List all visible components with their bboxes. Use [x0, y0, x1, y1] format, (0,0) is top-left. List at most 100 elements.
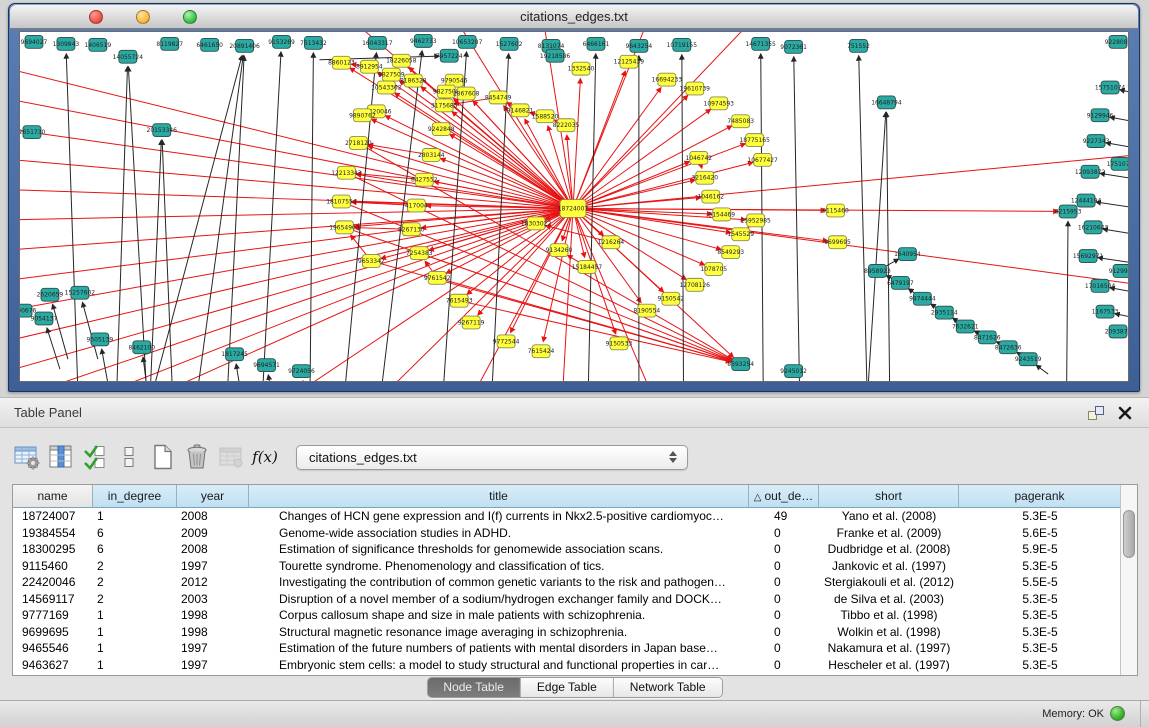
- graph-node[interactable]: 8549293: [717, 246, 744, 259]
- graph-node[interactable]: 9724056: [288, 365, 315, 378]
- graph-node[interactable]: 8462100: [128, 341, 155, 354]
- graph-node[interactable]: 6479197: [887, 276, 914, 289]
- graph-node[interactable]: 9772544: [493, 335, 520, 348]
- graph-node[interactable]: 3216420: [691, 171, 718, 184]
- graph-node[interactable]: 10974593: [704, 97, 735, 110]
- graph-node[interactable]: 8215953: [1055, 205, 1082, 218]
- table-row[interactable]: 977716911998Corpus callosum shape and si…: [13, 607, 1137, 624]
- graph-node[interactable]: 9129946: [1087, 109, 1114, 122]
- import-table-button[interactable]: [214, 441, 248, 473]
- graph-node[interactable]: 9228086: [1105, 35, 1128, 48]
- graph-node[interactable]: 20153346: [147, 124, 178, 137]
- network-graph-svg[interactable]: 1872400788601238912954182260589827509105…: [20, 32, 1128, 381]
- tab-network-table[interactable]: Network Table: [613, 678, 722, 697]
- table-row[interactable]: 1830029562008Estimation of significance …: [13, 541, 1137, 558]
- graph-node[interactable]: 20891406: [229, 39, 260, 52]
- graph-node[interactable]: 8427552: [411, 173, 438, 186]
- delete-trash-button[interactable]: [180, 441, 214, 473]
- table-row[interactable]: 1456911722003Disruption of a novel membe…: [13, 591, 1137, 608]
- tab-node-table[interactable]: Node Table: [427, 678, 520, 697]
- graph-node[interactable]: 9474444: [909, 292, 936, 305]
- graph-node[interactable]: 8472636: [995, 341, 1022, 354]
- float-panel-icon[interactable]: [1087, 405, 1105, 421]
- graph-node[interactable]: 9462733: [410, 34, 437, 47]
- column-header-out_degree[interactable]: △out_de…: [749, 485, 819, 508]
- graph-node[interactable]: 9153269: [268, 35, 295, 48]
- graph-node[interactable]: 7513432: [300, 36, 327, 49]
- graph-node[interactable]: 1751074: [1107, 157, 1128, 170]
- graph-node[interactable]: 15184457: [572, 261, 603, 274]
- graph-node[interactable]: 15692971: [1073, 250, 1104, 263]
- graph-node[interactable]: 1046742: [685, 151, 712, 164]
- network-window-titlebar[interactable]: citations_edges.txt: [10, 5, 1138, 29]
- graph-node[interactable]: 14671355: [745, 37, 776, 50]
- graph-node[interactable]: 1167533: [1092, 305, 1119, 318]
- table-settings-button[interactable]: [10, 441, 44, 473]
- graph-node[interactable]: 1817245: [221, 348, 248, 361]
- graph-node[interactable]: 9129947: [1109, 265, 1128, 278]
- column-header-name[interactable]: name: [13, 485, 93, 508]
- graph-node[interactable]: 8860123: [328, 56, 355, 69]
- graph-node[interactable]: 10543362: [371, 81, 402, 94]
- graph-node[interactable]: 7957224: [436, 49, 463, 62]
- graph-node[interactable]: 15257602: [65, 286, 96, 299]
- graph-node[interactable]: 8222035: [553, 119, 580, 132]
- tab-edge-table[interactable]: Edge Table: [520, 678, 613, 697]
- graph-node[interactable]: 1545529: [727, 228, 754, 241]
- graph-node[interactable]: 16648794: [871, 96, 902, 109]
- graph-node[interactable]: 6461650: [196, 38, 223, 51]
- graph-node[interactable]: 15952985: [740, 214, 771, 227]
- graph-node[interactable]: 1332540: [568, 62, 595, 75]
- graph-node[interactable]: 1527602: [496, 37, 523, 50]
- graph-node[interactable]: 9242848: [428, 123, 455, 136]
- graph-node[interactable]: 9267119: [458, 316, 485, 329]
- network-canvas[interactable]: 1872400788601238912954182260589827509105…: [19, 31, 1129, 382]
- graph-node[interactable]: 417004: [405, 199, 428, 212]
- graph-node[interactable]: 9150542: [658, 292, 685, 305]
- graph-node[interactable]: 12708126: [680, 278, 711, 291]
- network-table-select[interactable]: citations_edges.txt: [296, 445, 688, 470]
- graph-node[interactable]: 8119827: [156, 37, 183, 50]
- graph-node[interactable]: 19654903: [329, 221, 360, 234]
- graph-node[interactable]: 16694233: [652, 73, 683, 86]
- graph-node[interactable]: 9134260: [546, 244, 573, 257]
- graph-node[interactable]: 7615424: [528, 345, 555, 358]
- table-row[interactable]: 2242004622012Investigating the contribut…: [13, 574, 1137, 591]
- graph-node[interactable]: 2935114: [931, 306, 958, 319]
- table-scrollbar[interactable]: [1120, 485, 1137, 675]
- graph-node[interactable]: 9694571: [253, 359, 280, 372]
- graph-node[interactable]: 9243519: [1015, 353, 1042, 366]
- graph-node[interactable]: 9653342: [358, 255, 385, 268]
- graph-node[interactable]: 17016504: [1085, 279, 1116, 292]
- graph-node[interactable]: 9699695: [824, 236, 851, 249]
- graph-node[interactable]: 18226058: [386, 54, 417, 67]
- graph-node[interactable]: 7615493: [446, 294, 473, 307]
- graph-node[interactable]: 16043317: [362, 36, 393, 49]
- select-columns-button[interactable]: [78, 441, 112, 473]
- graph-node[interactable]: 2093872: [1105, 325, 1128, 338]
- graph-node[interactable]: 19610739: [680, 82, 711, 95]
- graph-node[interactable]: 10719155: [667, 38, 698, 51]
- graph-node[interactable]: 6466161: [583, 37, 610, 50]
- graph-node[interactable]: 1078705: [700, 263, 727, 276]
- column-header-in_degree[interactable]: in_degree: [93, 485, 177, 508]
- graph-node[interactable]: 1406519: [85, 38, 112, 51]
- new-file-button[interactable]: [146, 441, 180, 473]
- graph-node[interactable]: 10653287: [452, 35, 483, 48]
- graph-node[interactable]: 9694027: [21, 35, 48, 48]
- graph-node[interactable]: 751552: [847, 39, 870, 52]
- graph-node[interactable]: 1046162: [697, 190, 724, 203]
- row-selection-button[interactable]: [112, 441, 146, 473]
- table-row[interactable]: 1872400712008Changes of HCN gene express…: [13, 508, 1137, 525]
- table-row[interactable]: 946554611997Estimation of the future num…: [13, 640, 1137, 657]
- table-row[interactable]: 911546021997Tourette syndrome. Phenomeno…: [13, 558, 1137, 575]
- graph-node[interactable]: 2620659: [37, 288, 64, 301]
- graph-node[interactable]: 1640954: [894, 248, 921, 261]
- close-panel-icon[interactable]: [1117, 405, 1133, 421]
- graph-node[interactable]: 3175685: [431, 99, 458, 112]
- graph-node[interactable]: 7485083: [727, 115, 754, 128]
- column-header-year[interactable]: year: [177, 485, 249, 508]
- graph-hub-node[interactable]: 18724007: [558, 200, 589, 218]
- graph-node[interactable]: 9643254: [626, 39, 653, 52]
- graph-node[interactable]: 9505139: [87, 333, 114, 346]
